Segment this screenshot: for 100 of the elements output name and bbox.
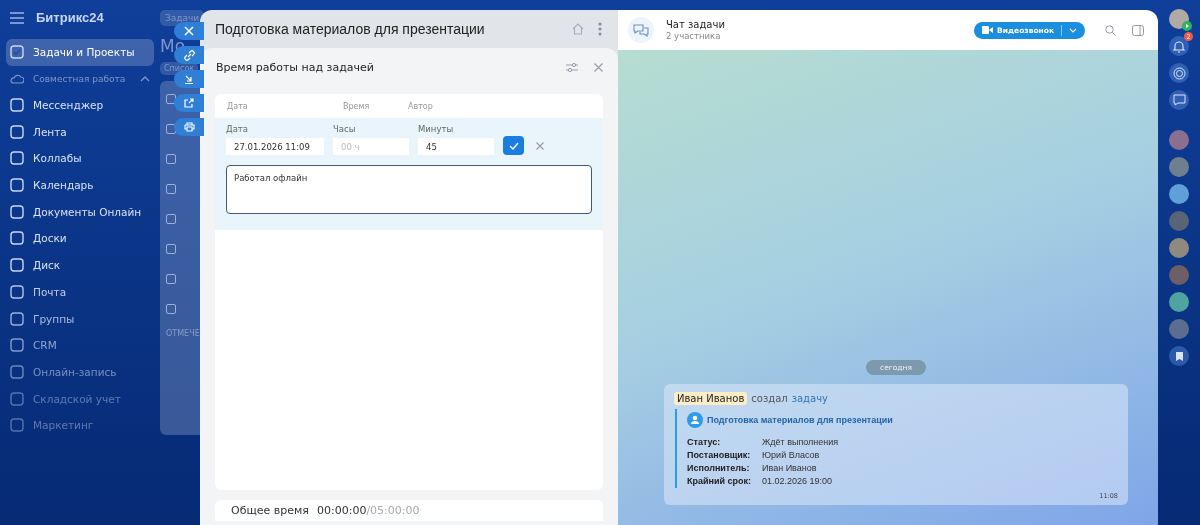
total-limit: /05:00:00 bbox=[366, 504, 420, 517]
confirm-button[interactable] bbox=[503, 136, 524, 155]
minutes-field[interactable]: 45 bbox=[418, 138, 494, 155]
copilot-button[interactable] bbox=[1169, 63, 1189, 83]
close-icon bbox=[184, 26, 194, 36]
contact-avatar[interactable] bbox=[1169, 238, 1189, 258]
chat-bubbles-icon bbox=[628, 17, 654, 43]
open-external-button[interactable] bbox=[174, 94, 204, 112]
author-chip[interactable]: Иван Иванов bbox=[674, 392, 748, 405]
sidebar-item[interactable]: Почта bbox=[6, 278, 154, 306]
contact-avatar[interactable] bbox=[1169, 130, 1189, 150]
video-camera-icon bbox=[982, 26, 994, 34]
sidebar-item[interactable]: CRM bbox=[6, 331, 154, 359]
menu-item-icon bbox=[10, 311, 24, 326]
field-label: Постановщик: bbox=[687, 450, 752, 460]
sidebar-item[interactable]: Онлайн-запись bbox=[6, 358, 154, 386]
contact-avatar[interactable] bbox=[1169, 292, 1189, 312]
search-icon[interactable] bbox=[1105, 24, 1116, 36]
row-checkbox[interactable] bbox=[166, 274, 176, 284]
menu-item-icon bbox=[10, 284, 24, 299]
menu-item-icon bbox=[10, 338, 24, 353]
contact-avatar[interactable] bbox=[1169, 319, 1189, 339]
field-label: Минуты bbox=[418, 124, 455, 134]
field-label: Статус: bbox=[687, 437, 722, 447]
bookmark-icon bbox=[1174, 350, 1184, 362]
field-value: Ждёт выполнения bbox=[762, 437, 840, 447]
task-link[interactable]: задачу bbox=[791, 393, 828, 404]
field-label: Часы bbox=[333, 124, 357, 134]
filter-settings-icon[interactable] bbox=[566, 61, 578, 73]
menu-item-icon bbox=[10, 124, 24, 139]
sidebar-item[interactable]: Документы Онлайн bbox=[6, 198, 154, 226]
task-title-link[interactable]: Подготовка материалов для презентации bbox=[707, 415, 893, 425]
menu-item-icon bbox=[10, 418, 24, 433]
sidebar-toggle-icon[interactable] bbox=[1132, 24, 1144, 36]
field-value: Юрий Власов bbox=[762, 450, 821, 460]
row-checkbox[interactable] bbox=[166, 214, 176, 224]
card-title: Время работы над задачей bbox=[216, 60, 375, 74]
contact-avatar[interactable] bbox=[1169, 265, 1189, 285]
printer-icon bbox=[183, 122, 195, 132]
menu-item-icon bbox=[10, 178, 24, 193]
sidebar-item[interactable]: Мессенджер bbox=[6, 91, 154, 119]
column-header: Время bbox=[343, 101, 371, 111]
task-title: Подготовка материалов для презентации bbox=[215, 21, 486, 37]
chat-button[interactable] bbox=[1169, 90, 1189, 110]
participants-count: 2 участника bbox=[666, 31, 722, 41]
menu-item-icon bbox=[10, 45, 24, 60]
list-footer-text: ОТМЕЧЕ bbox=[166, 329, 201, 338]
row-checkbox[interactable] bbox=[166, 154, 176, 164]
sidebar-item[interactable]: Коллабы bbox=[6, 145, 154, 172]
contact-avatar[interactable] bbox=[1169, 211, 1189, 231]
menu-item-icon bbox=[10, 204, 24, 219]
field-label: Крайний срок: bbox=[687, 476, 753, 486]
print-button[interactable] bbox=[174, 118, 204, 136]
link-icon bbox=[183, 49, 195, 61]
sidebar-item[interactable]: Доски bbox=[6, 225, 154, 252]
menu-icon[interactable] bbox=[10, 11, 24, 24]
more-icon[interactable] bbox=[598, 22, 602, 36]
total-label: Общее время bbox=[231, 504, 309, 517]
close-button[interactable] bbox=[174, 22, 204, 40]
speech-bubble-icon bbox=[1172, 94, 1186, 106]
sidebar-item[interactable]: Диск bbox=[6, 251, 154, 279]
user-avatar[interactable] bbox=[1169, 9, 1189, 29]
chevron-icon bbox=[140, 75, 150, 82]
sidebar-item[interactable]: Лента bbox=[6, 118, 154, 146]
row-checkbox[interactable] bbox=[166, 244, 176, 254]
sidebar-section[interactable]: Совместная работа bbox=[6, 65, 154, 92]
contact-avatar[interactable] bbox=[1169, 184, 1189, 204]
menu-item-icon bbox=[10, 391, 24, 406]
collapse-button[interactable] bbox=[174, 70, 204, 88]
chat-title: Чат задачи bbox=[666, 19, 726, 30]
bookmark-button[interactable] bbox=[1169, 346, 1189, 366]
menu-item-icon bbox=[10, 98, 24, 113]
date-field[interactable]: 27.01.2026 11:09 bbox=[226, 138, 324, 155]
sidebar-item[interactable]: Группы bbox=[6, 305, 154, 332]
column-header: Автор bbox=[408, 101, 433, 111]
cloud-icon bbox=[10, 72, 24, 85]
home-icon[interactable] bbox=[572, 23, 584, 35]
action-text: создал bbox=[751, 393, 788, 404]
external-link-icon bbox=[184, 98, 194, 108]
sidebar-item[interactable]: Задачи и Проекты bbox=[6, 39, 154, 66]
column-header: Дата bbox=[227, 101, 249, 111]
field-label: Дата bbox=[226, 124, 249, 134]
circles-icon bbox=[1172, 66, 1186, 80]
field-value: 01.02.2026 19:00 bbox=[762, 476, 834, 486]
menu-item-icon bbox=[10, 151, 24, 166]
menu-item-icon bbox=[10, 231, 24, 246]
menu-item-icon bbox=[10, 364, 24, 379]
row-checkbox[interactable] bbox=[166, 184, 176, 194]
menu-item-icon bbox=[10, 258, 24, 273]
diagonal-arrow-icon bbox=[184, 74, 194, 84]
row-checkbox[interactable] bbox=[166, 304, 176, 314]
comment-field[interactable]: Работал офлайн bbox=[226, 165, 592, 214]
brand-logo[interactable]: Битрикс24 bbox=[36, 10, 104, 25]
contact-avatar[interactable] bbox=[1169, 157, 1189, 177]
cancel-icon[interactable] bbox=[536, 142, 544, 150]
close-icon[interactable] bbox=[594, 62, 603, 72]
total-value: 00:00:00 bbox=[317, 504, 367, 517]
play-icon bbox=[1182, 21, 1192, 31]
sidebar-item[interactable]: Календарь bbox=[6, 171, 154, 199]
bell-icon bbox=[1173, 39, 1185, 53]
